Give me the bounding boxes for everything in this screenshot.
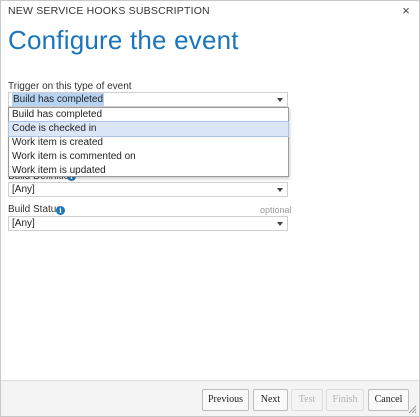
- trigger-dropdown-list: Build has completed Code is checked in W…: [8, 107, 289, 177]
- finish-button[interactable]: Finish: [326, 389, 364, 411]
- test-button[interactable]: Test: [291, 389, 323, 411]
- chevron-down-icon: [277, 98, 283, 102]
- build-status-value: [Any]: [12, 218, 35, 229]
- build-status-label: Build Status: [8, 204, 62, 215]
- trigger-label: Trigger on this type of event: [8, 81, 132, 92]
- dialog-titlebar: NEW SERVICE HOOKS SUBSCRIPTION ×: [1, 1, 419, 23]
- dropdown-option[interactable]: Work item is updated: [9, 164, 288, 178]
- build-definition-select[interactable]: [Any]: [8, 182, 288, 197]
- dropdown-option[interactable]: Work item is commented on: [9, 150, 288, 164]
- build-status-select[interactable]: [Any]: [8, 216, 288, 231]
- trigger-select[interactable]: Build has completed: [8, 92, 288, 107]
- subscription-dialog: NEW SERVICE HOOKS SUBSCRIPTION × Configu…: [0, 0, 420, 417]
- cancel-button[interactable]: Cancel: [368, 389, 409, 411]
- chevron-down-icon: [277, 188, 283, 192]
- close-icon[interactable]: ×: [399, 3, 413, 19]
- next-button[interactable]: Next: [253, 389, 288, 411]
- dropdown-option[interactable]: Build has completed: [9, 108, 288, 122]
- dialog-footer: Previous Next Test Finish Cancel: [1, 380, 419, 416]
- dialog-title: NEW SERVICE HOOKS SUBSCRIPTION: [8, 5, 210, 17]
- dropdown-option[interactable]: Work item is created: [9, 136, 288, 150]
- previous-button[interactable]: Previous: [202, 389, 249, 411]
- chevron-down-icon: [277, 222, 283, 226]
- trigger-select-value: Build has completed: [12, 93, 105, 106]
- dropdown-option[interactable]: Code is checked in: [8, 121, 289, 137]
- info-icon[interactable]: i: [56, 206, 65, 215]
- resize-grip-icon[interactable]: [407, 404, 417, 414]
- build-definition-value: [Any]: [12, 184, 35, 195]
- page-heading: Configure the event: [8, 25, 239, 55]
- optional-hint: optional: [260, 205, 292, 215]
